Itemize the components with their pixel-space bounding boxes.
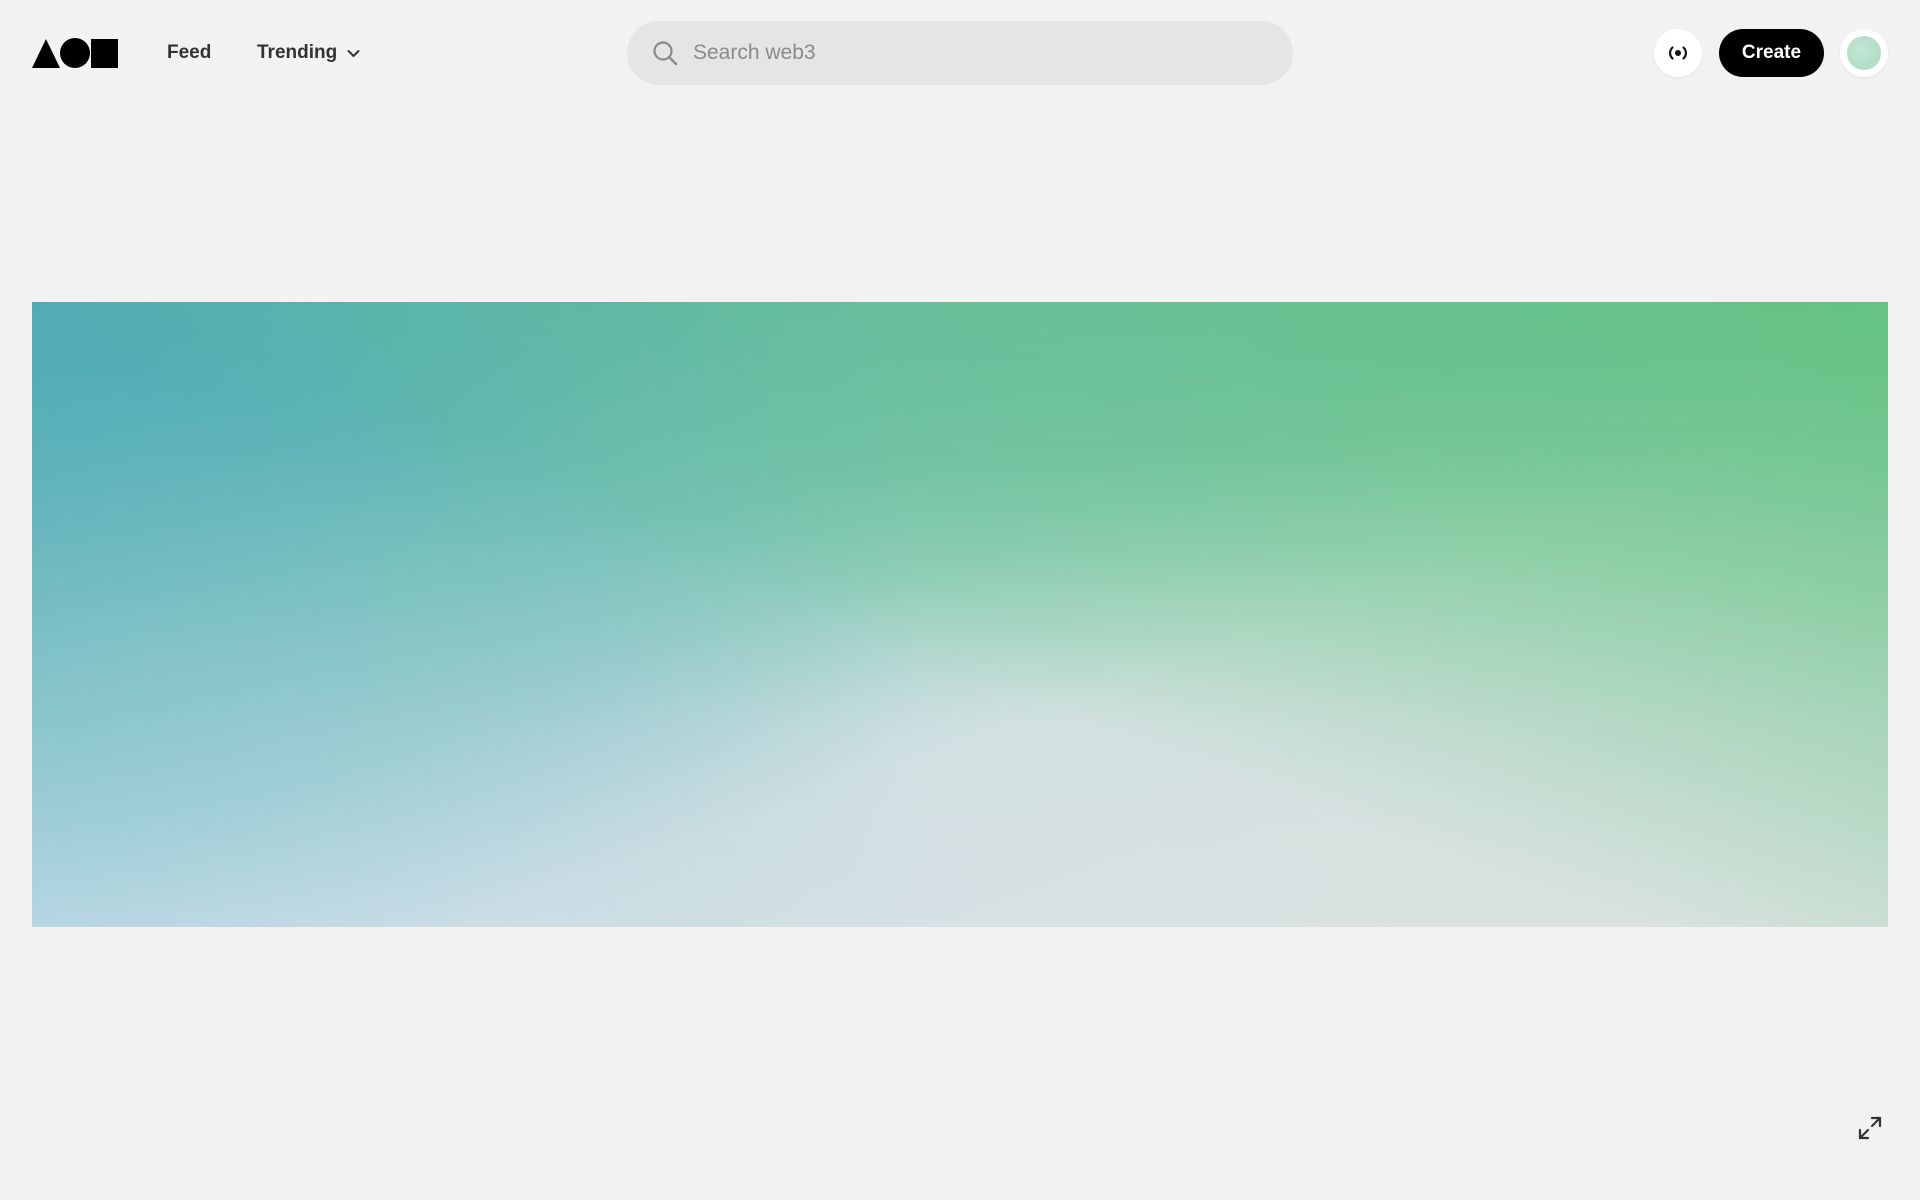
live-broadcast-button[interactable] bbox=[1654, 29, 1702, 77]
search-icon bbox=[653, 41, 678, 66]
search-bar[interactable] bbox=[627, 21, 1293, 85]
nav-feed-label: Feed bbox=[167, 42, 212, 63]
cover-banner-image bbox=[32, 302, 1888, 927]
create-button[interactable]: Create bbox=[1719, 29, 1824, 77]
nav-trending-dropdown[interactable]: Trending bbox=[257, 38, 360, 68]
profile-button[interactable] bbox=[1840, 29, 1888, 77]
logo-icon[interactable] bbox=[32, 38, 118, 68]
broadcast-icon bbox=[1669, 46, 1687, 60]
nav-feed-link[interactable]: Feed bbox=[167, 38, 211, 68]
avatar bbox=[1847, 36, 1881, 70]
expand-button[interactable] bbox=[1857, 1115, 1883, 1141]
nav-trending-label: Trending bbox=[257, 42, 338, 63]
top-header: Feed Trending Create bbox=[0, 0, 1920, 106]
chevron-down-icon bbox=[347, 49, 360, 57]
search-input[interactable] bbox=[691, 21, 1271, 85]
expand-icon bbox=[1858, 1116, 1882, 1140]
banner-gradient-layer bbox=[32, 302, 1888, 927]
